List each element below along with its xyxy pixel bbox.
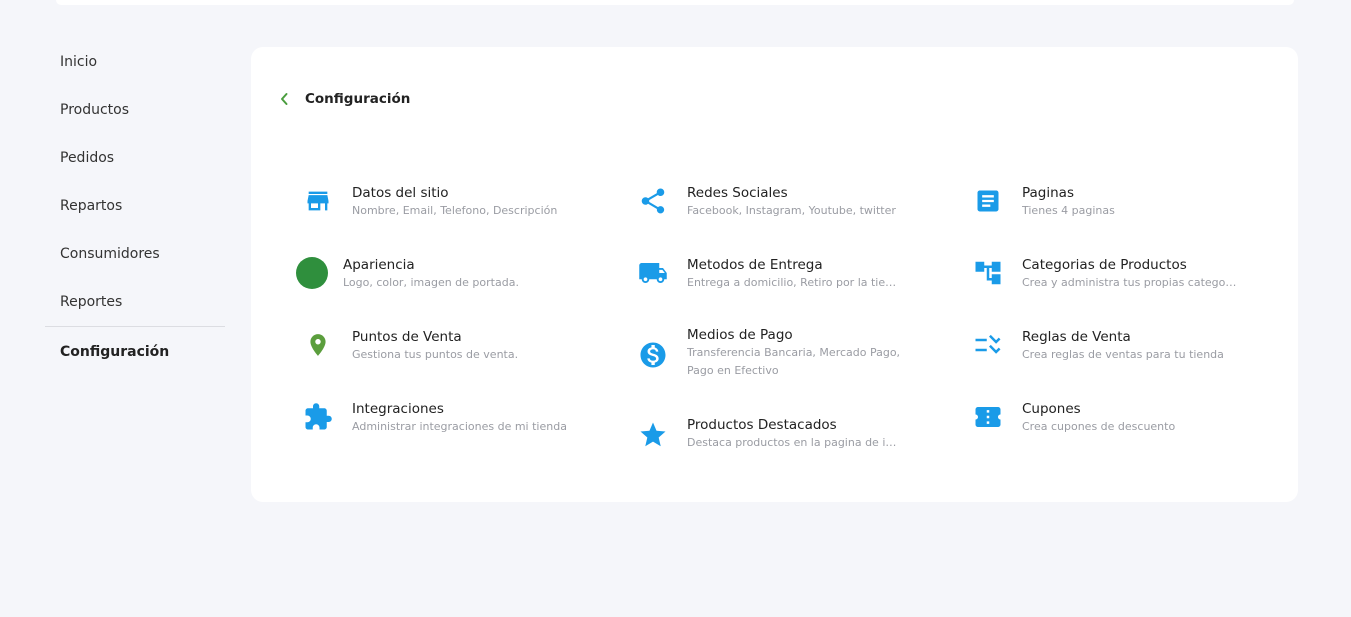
category-tree-icon bbox=[971, 256, 1005, 290]
top-header-strip bbox=[56, 0, 1294, 5]
sidebar-item-pedidos[interactable]: Pedidos bbox=[45, 134, 225, 182]
item-title: Paginas bbox=[1022, 185, 1074, 201]
item-title: Datos del sitio bbox=[352, 185, 449, 201]
sidebar-item-inicio[interactable]: Inicio bbox=[45, 38, 225, 86]
settings-item-puntos-venta[interactable]: Puntos de Venta Gestiona tus puntos de v… bbox=[301, 328, 591, 364]
item-subtitle: Transferencia Bancaria, Mercado Pago, bbox=[687, 346, 901, 359]
back-button[interactable] bbox=[279, 87, 299, 111]
page-header: Configuración bbox=[279, 87, 410, 111]
settings-item-redes-sociales[interactable]: Redes Sociales Facebook, Instagram, Yout… bbox=[636, 184, 926, 220]
item-title: Productos Destacados bbox=[687, 417, 837, 433]
coupon-icon bbox=[971, 400, 1005, 434]
settings-item-medios-pago[interactable]: Medios de Pago Transferencia Bancaria, M… bbox=[636, 326, 926, 380]
dollar-circle-icon bbox=[636, 338, 670, 372]
item-subtitle: Nombre, Email, Telefono, Descripción bbox=[352, 204, 558, 217]
settings-item-apariencia[interactable]: Apariencia Logo, color, imagen de portad… bbox=[295, 256, 585, 292]
sidebar-item-reportes[interactable]: Reportes bbox=[45, 278, 225, 326]
item-title: Redes Sociales bbox=[687, 185, 788, 201]
color-circle-icon bbox=[295, 256, 329, 290]
truck-icon bbox=[636, 256, 670, 290]
settings-item-productos-destacados[interactable]: Productos Destacados Destaca productos e… bbox=[636, 416, 926, 452]
page-title: Configuración bbox=[305, 91, 411, 107]
sidebar-item-configuracion[interactable]: Configuración bbox=[45, 327, 225, 377]
settings-item-reglas-venta[interactable]: Reglas de Venta Crea reglas de ventas pa… bbox=[971, 328, 1261, 364]
sidebar-item-repartos[interactable]: Repartos bbox=[45, 182, 225, 230]
item-subtitle: Administrar integraciones de mi tienda bbox=[352, 420, 567, 433]
item-title: Cupones bbox=[1022, 401, 1081, 417]
location-pin-icon bbox=[301, 328, 335, 362]
item-subtitle: Tienes 4 paginas bbox=[1022, 204, 1115, 217]
item-title: Metodos de Entrega bbox=[687, 257, 823, 273]
item-title: Medios de Pago bbox=[687, 327, 793, 343]
settings-item-metodos-entrega[interactable]: Metodos de Entrega Entrega a domicilio, … bbox=[636, 256, 926, 292]
item-subtitle: Destaca productos en la pagina de inicio bbox=[687, 436, 902, 449]
document-icon bbox=[971, 184, 1005, 218]
settings-card: Configuración Datos del sitio Nombre, Em… bbox=[251, 47, 1298, 502]
settings-item-integraciones[interactable]: Integraciones Administrar integraciones … bbox=[301, 400, 591, 436]
item-subtitle: Crea y administra tus propias categorias bbox=[1022, 276, 1237, 289]
sidebar-nav: Inicio Productos Pedidos Repartos Consum… bbox=[45, 38, 225, 377]
item-subtitle: Logo, color, imagen de portada. bbox=[343, 276, 519, 289]
item-subtitle: Gestiona tus puntos de venta. bbox=[352, 348, 519, 361]
item-title: Reglas de Venta bbox=[1022, 329, 1131, 345]
item-title: Categorias de Productos bbox=[1022, 257, 1187, 273]
item-title: Puntos de Venta bbox=[352, 329, 462, 345]
settings-item-cupones[interactable]: Cupones Crea cupones de descuento bbox=[971, 400, 1261, 436]
item-subtitle: Entrega a domicilio, Retiro por la tiend… bbox=[687, 276, 902, 289]
puzzle-icon bbox=[301, 400, 335, 434]
settings-item-datos-sitio[interactable]: Datos del sitio Nombre, Email, Telefono,… bbox=[301, 184, 591, 220]
share-icon bbox=[636, 184, 670, 218]
star-icon bbox=[636, 418, 670, 452]
sidebar-item-consumidores[interactable]: Consumidores bbox=[45, 230, 225, 278]
settings-item-categorias[interactable]: Categorias de Productos Crea y administr… bbox=[971, 256, 1261, 292]
store-icon bbox=[301, 184, 335, 218]
item-subtitle: Facebook, Instagram, Youtube, twitter bbox=[687, 204, 896, 217]
rules-check-icon bbox=[971, 328, 1005, 362]
settings-item-paginas[interactable]: Paginas Tienes 4 paginas bbox=[971, 184, 1261, 220]
item-title: Integraciones bbox=[352, 401, 444, 417]
item-subtitle: Crea reglas de ventas para tu tienda bbox=[1022, 348, 1224, 361]
item-title: Apariencia bbox=[343, 257, 415, 273]
chevron-left-icon bbox=[281, 93, 288, 105]
item-subtitle: Crea cupones de descuento bbox=[1022, 420, 1176, 433]
sidebar-item-productos[interactable]: Productos bbox=[45, 86, 225, 134]
item-subtitle-line2: Pago en Efectivo bbox=[687, 364, 779, 377]
